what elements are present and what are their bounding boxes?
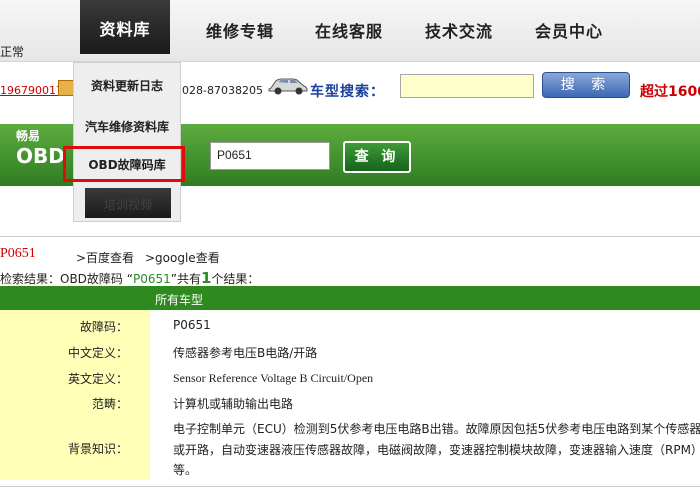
summary-prefix: 检索结果：OBD故障码 “ (0, 272, 133, 286)
value-english-definition: Sensor Reference Voltage B Circuit/Open (173, 371, 374, 385)
baidu-link[interactable]: >百度查看 (76, 249, 134, 266)
value-fault-code: P0651 (173, 318, 211, 332)
label-background: 背景知识： (67, 442, 128, 456)
label-category: 范畴： (91, 397, 128, 411)
value-chinese-definition: 传感器参考电压B电路/开路 (173, 346, 318, 360)
menu-item-update-log[interactable]: 资料更新日志 (74, 77, 180, 94)
menu-item-training-video-label: 培训视频 (103, 198, 152, 212)
chat-icon[interactable] (58, 80, 74, 96)
summary-code: P0651 (132, 272, 171, 286)
fault-code-input[interactable]: P0651 (210, 142, 330, 170)
highlight-box (63, 146, 185, 182)
table-header-label: 所有车型 (155, 293, 204, 307)
nav-item-repair-album[interactable]: 维修专辑 (206, 18, 274, 42)
divider (0, 486, 700, 487)
status-text: 正常 (0, 45, 25, 59)
nav-item-database[interactable]: 资料库 (80, 0, 170, 54)
banner-brand: 畅易 (16, 129, 41, 143)
google-link[interactable]: >google查看 (145, 249, 220, 266)
label-chinese-definition: 中文定义： (67, 346, 128, 360)
label-fault-code: 故障码： (79, 320, 128, 334)
menu-item-repair-database[interactable]: 汽车维修资料库 (74, 118, 180, 135)
summary-count: 1 (200, 269, 212, 287)
query-button[interactable]: 查 询 (343, 141, 411, 173)
nav-item-online-service[interactable]: 在线客服 (315, 18, 383, 42)
summary-mid: ”共有 (170, 272, 201, 286)
top-navigation: 正常 资料库 维修专辑 在线客服 技术交流 会员中心 (0, 0, 700, 62)
result-summary: 检索结果：OBD故障码 “P0651”共有1个结果： (0, 269, 259, 287)
divider (0, 236, 700, 237)
car-type-search-input[interactable] (400, 74, 534, 98)
menu-item-training-video[interactable]: 培训视频 (85, 188, 171, 218)
phone-number: 028-87038205 (182, 84, 263, 97)
nav-item-member-center[interactable]: 会员中心 (535, 18, 603, 42)
promo-text: 超过1600 (640, 84, 700, 100)
summary-suffix: 个结果： (211, 272, 260, 286)
banner-title: OBD (16, 144, 65, 168)
value-background-line-1: 电子控制单元（ECU）检测到5伏参考电压电路B出错。故障原因包括5伏参考电压电路… (173, 422, 700, 436)
label-english-definition: 英文定义： (67, 372, 128, 386)
search-button[interactable]: 搜 索 (542, 72, 630, 98)
car-icon (268, 78, 308, 95)
value-category: 计算机或辅助输出电路 (173, 397, 294, 411)
nav-item-tech-exchange[interactable]: 技术交流 (425, 18, 493, 42)
value-background-line-2: 或开路，自动变速器液压传感器故障，电磁阀故障，变速器控制模块故障，变速器输入速度… (173, 443, 700, 457)
car-type-search-label: 车型搜索： (310, 84, 385, 100)
result-code: P0651 (0, 246, 36, 261)
table-header: 所有车型 (0, 286, 700, 310)
value-background-line-3: 等。 (173, 463, 198, 477)
